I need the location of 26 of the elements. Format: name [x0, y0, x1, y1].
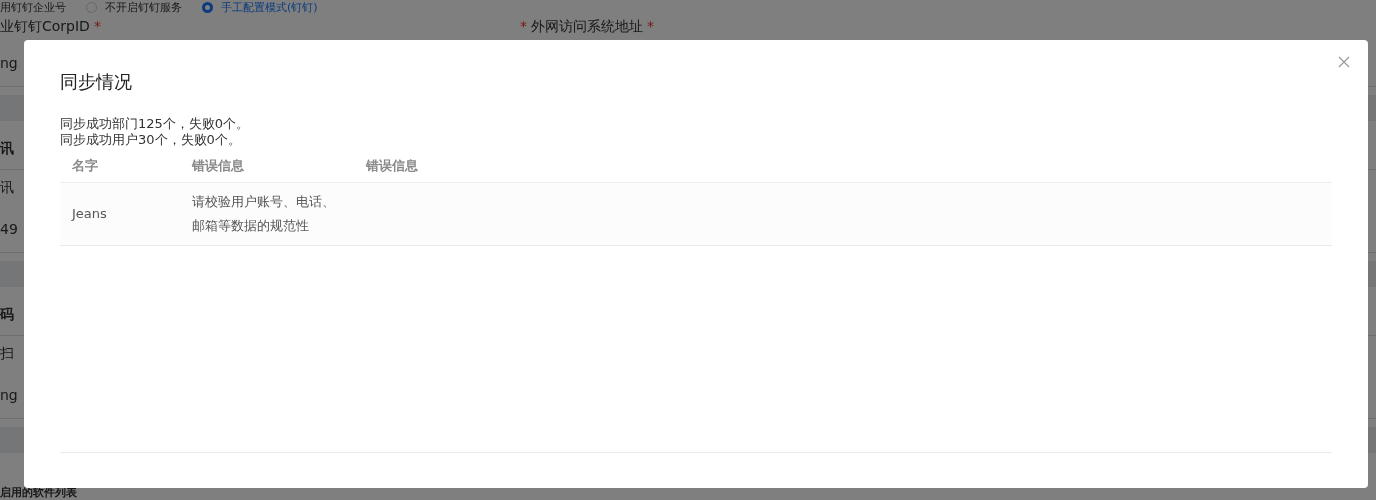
radio-label: 不开启钉钉服务 [105, 0, 182, 15]
radio-button[interactable] [86, 1, 97, 13]
radio-label: 手工配置模式(钉钉) [221, 0, 318, 15]
column-header: 错误信息 [354, 150, 1332, 183]
required-mark: * [520, 18, 527, 36]
section-title: 码 [0, 306, 14, 324]
field-label: 用钉钉企业号 [0, 0, 66, 15]
section-title: 讯 [0, 140, 14, 158]
summary-text: 同步成功部门125个，失败0个。 [60, 116, 251, 132]
field-label: 扫 [0, 345, 14, 363]
column-header: 错误信息 [180, 150, 354, 183]
column-header: 名字 [60, 150, 180, 183]
close-icon[interactable] [1338, 56, 1350, 68]
table-cell: Jeans [60, 182, 180, 246]
input-field[interactable]: ng [0, 387, 18, 403]
field-label: 业钉钉CorpID [0, 18, 90, 36]
radio-button[interactable] [202, 1, 213, 13]
required-mark: * [647, 18, 654, 36]
field-label: 外网访问系统地址 [531, 18, 643, 36]
required-mark: * [93, 18, 101, 36]
summary-text: 同步成功用户30个，失败0个。 [60, 132, 242, 148]
field-label: 讯 [0, 179, 14, 197]
input-field[interactable]: 49 [0, 221, 18, 237]
input-field[interactable]: ng [0, 55, 18, 71]
dialog-title: 同步情况 [60, 70, 133, 94]
table-cell: 请校验用户账号、电话、邮箱等数据的规范性 [180, 182, 354, 246]
